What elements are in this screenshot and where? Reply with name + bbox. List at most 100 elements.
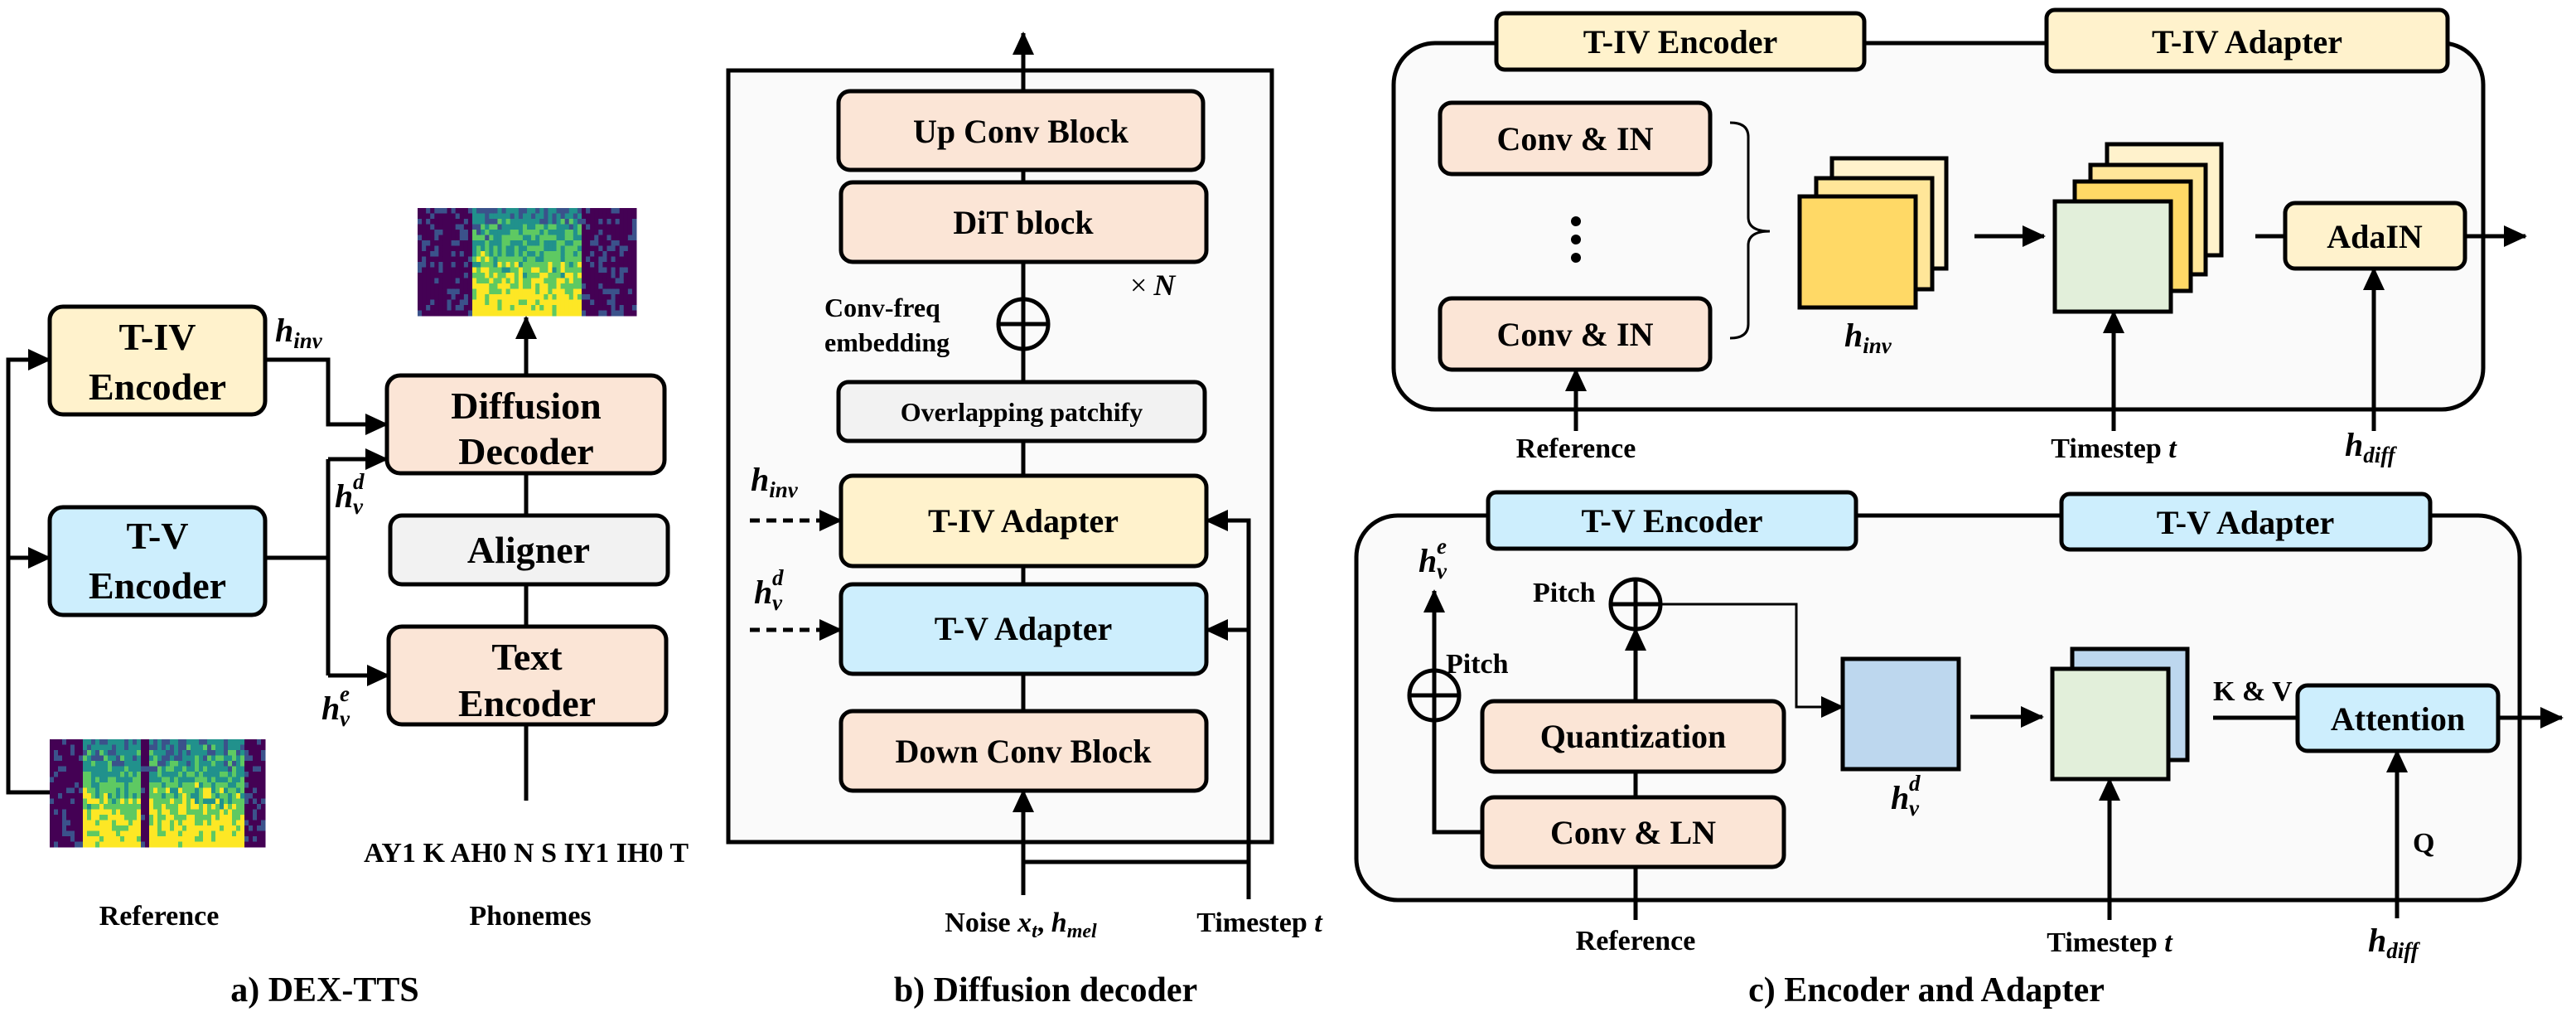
- spectrogram-cell: [489, 310, 494, 317]
- spectrogram-cell: [79, 830, 84, 837]
- spectrogram-cell: [619, 219, 625, 225]
- spectrogram-cell: [510, 235, 515, 241]
- spectrogram-cell: [539, 305, 544, 311]
- spectrogram-cell: [157, 798, 162, 805]
- spectrogram-cell: [602, 262, 607, 268]
- spectrogram-cell: [128, 798, 133, 805]
- spectrogram-cell: [178, 750, 183, 756]
- spectrogram-cell: [602, 245, 607, 252]
- spectrogram-cell: [182, 793, 187, 799]
- spectrogram-cell: [426, 230, 431, 235]
- spectrogram-cell: [182, 750, 187, 756]
- spectrogram-cell: [564, 278, 570, 284]
- spectrogram-cell: [472, 310, 477, 317]
- spectrogram-cell: [489, 213, 494, 220]
- spectrogram-cell: [497, 224, 503, 230]
- spectrogram-cell: [582, 294, 587, 300]
- spectrogram-cell: [133, 798, 138, 805]
- spectrogram-cell: [170, 809, 175, 816]
- spectrogram-cell: [104, 777, 109, 783]
- spectrogram-cell: [149, 825, 154, 831]
- spectrogram-cell: [124, 809, 129, 816]
- spectrogram-cell: [568, 245, 574, 252]
- spectrogram-cell: [182, 755, 187, 762]
- spectrogram-cell: [451, 262, 457, 268]
- spectrogram-cell: [518, 219, 524, 225]
- spectrogram-cell: [455, 230, 461, 235]
- spectrogram-cell: [564, 273, 570, 278]
- spectrogram-cell: [556, 262, 562, 268]
- spectrogram-cell: [195, 761, 200, 767]
- spectrogram-cell: [75, 841, 80, 848]
- spectrogram-cell: [62, 798, 67, 805]
- spectrogram-cell: [505, 230, 511, 235]
- spectrogram-cell: [627, 208, 633, 214]
- spectrogram-cell: [535, 213, 540, 220]
- spectrogram-cell: [162, 841, 167, 848]
- spectrogram-cell: [91, 782, 96, 788]
- pitch-label-left: Pitch: [1446, 649, 1509, 680]
- spectrogram-cell: [149, 750, 154, 756]
- spectrogram-cell: [112, 744, 117, 751]
- spectrogram-cell: [607, 245, 612, 252]
- spectrogram-cell: [582, 256, 587, 263]
- spectrogram-cell: [548, 245, 553, 252]
- spectrogram-cell: [518, 288, 524, 295]
- spectrogram-cell: [438, 230, 443, 235]
- spectrogram-cell: [178, 755, 183, 762]
- spectrogram-cell: [430, 230, 435, 235]
- spectrogram-cell: [564, 267, 570, 274]
- spectrogram-cell: [514, 219, 520, 225]
- spectrogram-cell: [514, 262, 520, 268]
- spectrogram-cell: [149, 782, 154, 788]
- spectrogram-cell: [607, 288, 612, 295]
- spectrogram-cell: [95, 761, 100, 767]
- spectrogram-cell: [535, 278, 540, 284]
- spectrogram-cell: [224, 739, 229, 745]
- spectrogram-cell: [87, 766, 92, 772]
- spectrogram-cell: [236, 761, 241, 767]
- spectrogram-cell: [548, 288, 553, 295]
- spectrogram-cell: [153, 766, 158, 772]
- spectrogram-cell: [505, 240, 511, 246]
- spectrogram-cell: [79, 825, 84, 831]
- spectrogram-cell: [611, 251, 616, 257]
- spectrogram-cell: [564, 224, 570, 230]
- spectrogram-cell: [426, 245, 431, 252]
- spectrogram-cell: [619, 288, 625, 295]
- spectrogram-cell: [481, 267, 486, 274]
- spectrogram-cell: [497, 245, 503, 252]
- spectrogram-cell: [434, 262, 439, 268]
- spectrogram-cell: [422, 240, 427, 246]
- spectrogram-cell: [485, 278, 490, 284]
- spectrogram-cell: [141, 777, 146, 783]
- spectrogram-cell: [75, 798, 80, 805]
- spectrogram-cell: [459, 256, 465, 263]
- spectrogram-cell: [422, 267, 427, 274]
- spectrogram-cell: [133, 761, 138, 767]
- spectrogram-cell: [505, 251, 511, 257]
- spectrogram-cell: [137, 815, 142, 821]
- spectrogram-cell: [560, 267, 566, 274]
- spectrogram-cell: [253, 820, 258, 826]
- spectrogram-cell: [174, 825, 179, 831]
- spectrogram-cell: [157, 793, 162, 799]
- spectrogram-cell: [568, 224, 574, 230]
- spectrogram-cell: [257, 841, 262, 848]
- spectrogram-cell: [619, 305, 625, 311]
- spectrogram-cell: [535, 262, 540, 268]
- spectrogram-cell: [108, 761, 113, 767]
- dit-label: DiT block: [953, 204, 1094, 241]
- tiv-encoder-label-2: Encoder: [89, 366, 226, 408]
- spectrogram-cell: [128, 772, 133, 777]
- spectrogram-cell: [442, 273, 448, 278]
- spectrogram-cell: [577, 240, 582, 246]
- spectrogram-cell: [170, 841, 175, 848]
- spectrogram-cell: [236, 804, 241, 810]
- spectrogram-cell: [438, 278, 443, 284]
- spectrogram-cell: [128, 841, 133, 848]
- spectrogram-cell: [66, 830, 71, 837]
- spectrogram-cell: [514, 230, 520, 235]
- spectrogram-cell: [232, 836, 237, 842]
- spectrogram-cell: [261, 841, 266, 848]
